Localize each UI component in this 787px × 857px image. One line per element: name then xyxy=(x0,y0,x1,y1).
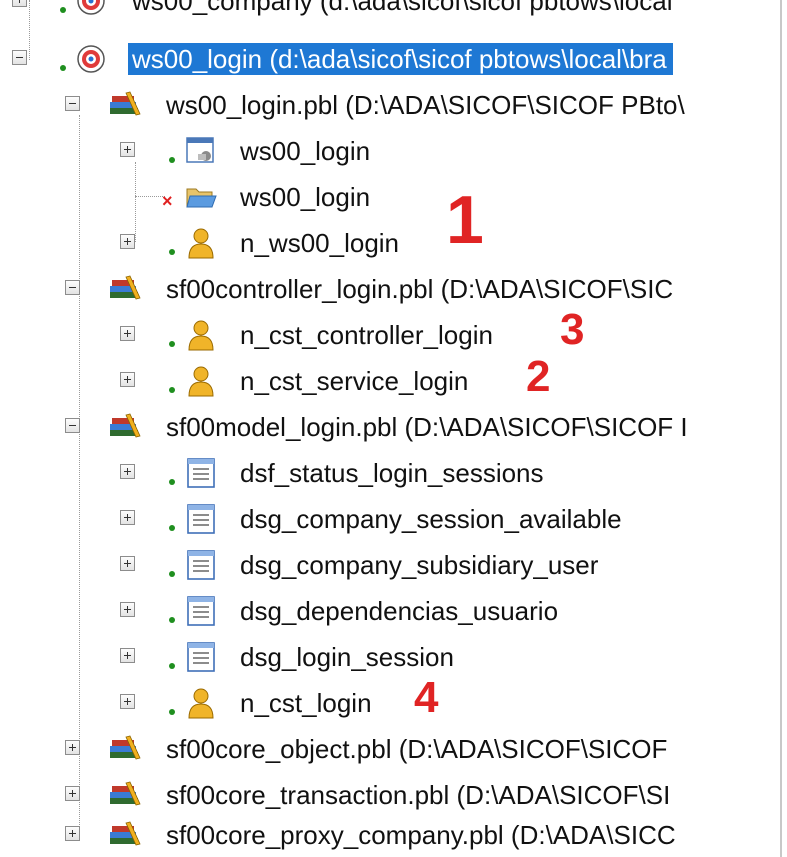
user-object-icon xyxy=(188,320,214,351)
tree-item-folder[interactable]: × ws00_login xyxy=(0,174,787,218)
tree-item-label: n_ws00_login xyxy=(240,228,400,258)
user-object-icon xyxy=(188,688,214,719)
status-dot xyxy=(169,663,175,669)
expand-toggle[interactable] xyxy=(65,826,80,841)
library-books-icon xyxy=(110,91,141,116)
status-dot xyxy=(169,249,175,255)
tree-item-ws00-company[interactable]: ws00_company (d:\ada\sicof\sicof pbtows\… xyxy=(0,0,787,22)
panel-border xyxy=(780,0,782,857)
tree-item-label: ws00_company (d:\ada\sicof\sicof pbtows\… xyxy=(132,0,673,16)
expand-toggle[interactable] xyxy=(120,694,135,709)
target-app-icon xyxy=(77,0,105,15)
user-object-icon xyxy=(188,366,214,397)
collapse-toggle[interactable] xyxy=(65,280,80,295)
expand-toggle[interactable] xyxy=(120,556,135,571)
datawindow-icon xyxy=(187,504,215,534)
tree-item-datawindow[interactable]: dsg_company_subsidiary_user xyxy=(0,542,787,586)
status-dot xyxy=(169,571,175,577)
annotation-number-2: 2 xyxy=(526,352,551,401)
tree-item-datawindow[interactable]: dsg_dependencias_usuario xyxy=(0,588,787,632)
tree-item-library[interactable]: sf00core_object.pbl (D:\ADA\SICOF\SICOF xyxy=(0,726,787,770)
tree-item-label: sf00core_transaction.pbl (D:\ADA\SICOF\S… xyxy=(166,780,671,810)
error-x-icon: × xyxy=(162,191,173,211)
tree-item-label: dsf_status_login_sessions xyxy=(240,458,544,488)
collapse-toggle[interactable] xyxy=(12,50,27,65)
tree-item-label: sf00controller_login.pbl (D:\ADA\SICOF\S… xyxy=(166,274,674,304)
expand-toggle[interactable] xyxy=(65,786,80,801)
status-dot xyxy=(169,341,175,347)
annotation-number-3: 3 xyxy=(560,305,585,354)
datawindow-icon xyxy=(187,458,215,488)
tree-item-label: ws00_login xyxy=(240,182,371,212)
expand-toggle[interactable] xyxy=(120,602,135,617)
user-object-icon xyxy=(188,228,214,259)
annotation-number-1: 1 xyxy=(446,182,484,258)
collapse-toggle[interactable] xyxy=(65,96,80,111)
tree-item-library[interactable]: ws00_login.pbl (D:\ADA\SICOF\SICOF PBto\ xyxy=(0,82,787,126)
tree-item-library[interactable]: sf00core_proxy_company.pbl (D:\ADA\SICC xyxy=(0,812,787,856)
tree-item-library[interactable]: sf00controller_login.pbl (D:\ADA\SICOF\S… xyxy=(0,266,787,310)
tree-item-label: sf00model_login.pbl (D:\ADA\SICOF\SICOF … xyxy=(166,412,688,442)
library-books-icon xyxy=(110,413,141,438)
tree-item-user-object[interactable]: n_cst_login xyxy=(0,680,787,724)
tree-item-label: sf00core_proxy_company.pbl (D:\ADA\SICC xyxy=(166,820,676,850)
tree-item-window[interactable]: ws00_login xyxy=(0,128,787,172)
library-tree: ws00_company (d:\ada\sicof\sicof pbtows\… xyxy=(0,0,787,857)
status-dot xyxy=(169,387,175,393)
expand-toggle[interactable] xyxy=(120,234,135,249)
expand-toggle[interactable] xyxy=(120,510,135,525)
status-dot xyxy=(169,479,175,485)
status-dot xyxy=(60,7,66,13)
tree-item-ws00-login-app[interactable]: ws00_login (d:\ada\sicof\sicof pbtows\lo… xyxy=(0,36,787,80)
tree-item-label: dsg_login_session xyxy=(240,642,454,672)
expand-toggle[interactable] xyxy=(120,326,135,341)
tree-item-label: sf00core_object.pbl (D:\ADA\SICOF\SICOF xyxy=(166,734,668,764)
expand-toggle[interactable] xyxy=(12,0,27,7)
tree-item-library[interactable]: sf00core_transaction.pbl (D:\ADA\SICOF\S… xyxy=(0,772,787,816)
datawindow-icon xyxy=(187,642,215,672)
tree-item-label: dsg_company_subsidiary_user xyxy=(240,550,599,580)
tree-item-label: ws00_login.pbl (D:\ADA\SICOF\SICOF PBto\ xyxy=(166,90,685,120)
tree-item-label: ws00_login xyxy=(240,136,371,166)
library-books-icon xyxy=(110,275,141,300)
expand-toggle[interactable] xyxy=(120,372,135,387)
tree-item-user-object[interactable]: n_ws00_login xyxy=(0,220,787,264)
datawindow-icon xyxy=(187,596,215,626)
status-dot xyxy=(60,65,66,71)
tree-item-datawindow[interactable]: dsg_login_session xyxy=(0,634,787,678)
tree-item-label: n_cst_controller_login xyxy=(240,320,493,350)
tree-item-label: ws00_login (d:\ada\sicof\sicof pbtows\lo… xyxy=(128,43,673,75)
tree-item-datawindow[interactable]: dsf_status_login_sessions xyxy=(0,450,787,494)
annotation-number-4: 4 xyxy=(414,673,439,722)
tree-item-user-object[interactable]: n_cst_controller_login xyxy=(0,312,787,356)
library-books-icon xyxy=(110,735,141,760)
collapse-toggle[interactable] xyxy=(65,418,80,433)
tree-item-label: n_cst_login xyxy=(240,688,372,718)
status-dot xyxy=(169,617,175,623)
datawindow-icon xyxy=(187,550,215,580)
folder-open-icon xyxy=(186,188,217,208)
tree-item-label: dsg_company_session_available xyxy=(240,504,622,534)
status-dot xyxy=(169,525,175,531)
tree-item-label: dsg_dependencias_usuario xyxy=(240,596,559,626)
status-dot xyxy=(169,157,175,163)
target-app-icon xyxy=(77,45,105,73)
tree-item-user-object[interactable]: n_cst_service_login xyxy=(0,358,787,402)
expand-toggle[interactable] xyxy=(120,142,135,157)
expand-toggle[interactable] xyxy=(65,740,80,755)
window-object-icon xyxy=(186,137,214,163)
tree-item-label: n_cst_service_login xyxy=(240,366,469,396)
expand-toggle[interactable] xyxy=(120,464,135,479)
tree-item-datawindow[interactable]: dsg_company_session_available xyxy=(0,496,787,540)
status-dot xyxy=(169,709,175,715)
library-books-icon xyxy=(110,781,141,806)
library-books-icon xyxy=(110,821,141,846)
expand-toggle[interactable] xyxy=(120,648,135,663)
tree-item-library[interactable]: sf00model_login.pbl (D:\ADA\SICOF\SICOF … xyxy=(0,404,787,448)
